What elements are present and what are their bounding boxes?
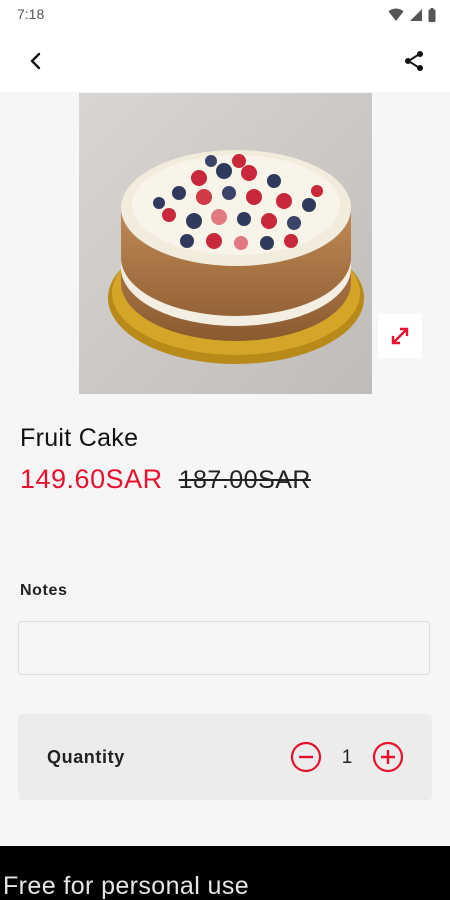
- minus-circle-icon: [290, 741, 322, 773]
- product-name: Fruit Cake: [20, 424, 139, 452]
- status-time: 7:18: [17, 6, 45, 22]
- price-current: 149.60SAR: [20, 464, 163, 494]
- share-button[interactable]: [396, 43, 432, 79]
- price-row: 149.60SAR 187.00SAR: [20, 464, 311, 495]
- fruit-cake-photo: [79, 93, 372, 394]
- expand-icon: [391, 327, 409, 345]
- product-image[interactable]: [79, 93, 372, 394]
- status-icons: [388, 6, 436, 24]
- share-icon: [405, 51, 423, 71]
- plus-circle-icon: [372, 741, 404, 773]
- quantity-label: Quantity: [47, 747, 125, 767]
- app-bar: [0, 30, 450, 92]
- footer-banner: Free for personal use: [0, 846, 450, 900]
- quantity-value: 1: [341, 747, 353, 768]
- wifi-icon: [388, 8, 404, 21]
- footer-text: Free for personal use: [3, 872, 250, 900]
- signal-icon: [410, 9, 422, 21]
- notes-label: Notes: [20, 582, 68, 599]
- status-bar: 7:18: [0, 0, 450, 30]
- quantity-panel: Quantity 1: [18, 714, 432, 800]
- increase-quantity-button[interactable]: [372, 741, 404, 773]
- expand-image-button[interactable]: [378, 314, 422, 358]
- back-arrow-icon: [30, 52, 41, 70]
- back-button[interactable]: [18, 43, 54, 79]
- battery-icon: [428, 8, 436, 22]
- decrease-quantity-button[interactable]: [290, 741, 322, 773]
- notes-input[interactable]: [18, 621, 430, 675]
- price-original: 187.00SAR: [178, 466, 311, 494]
